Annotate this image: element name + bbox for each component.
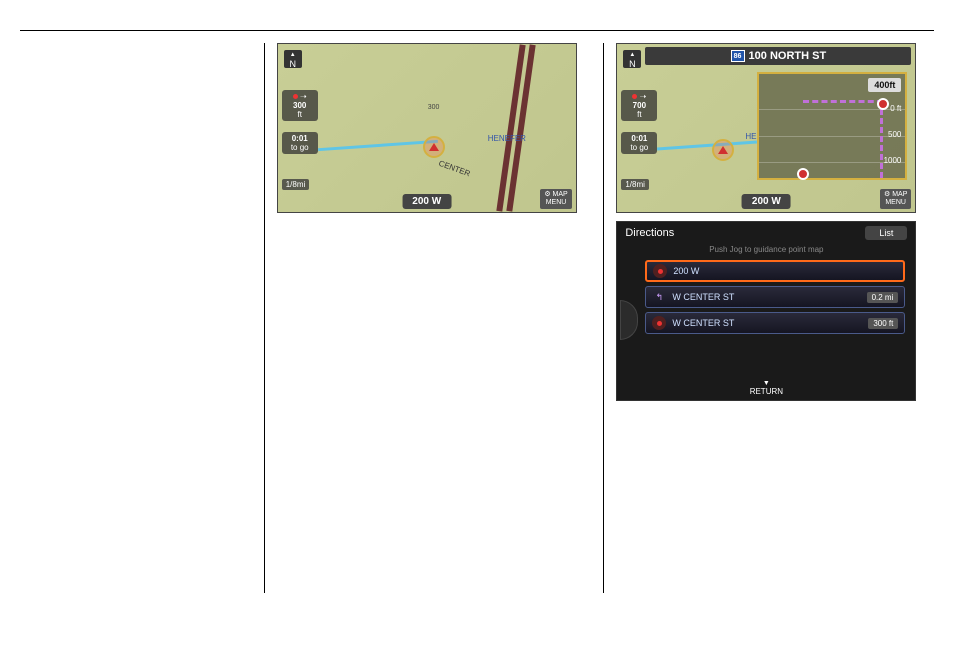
current-street-label: 200 W (742, 194, 791, 209)
map-screen-2: N 86100 NORTH ST ➝ 700 ft 0:01 to go 1/8… (616, 43, 916, 213)
henefer-label-short: HE (745, 132, 756, 141)
compass-icon[interactable]: N (623, 50, 641, 68)
map-scale[interactable]: 1/8mi (621, 179, 649, 190)
directions-row-label: W CENTER ST (672, 318, 868, 328)
directions-title: Directions (625, 227, 865, 239)
column-2: N ➝ 300 ft 0:01 to go 1/8mi CENTER 300 H… (265, 43, 605, 593)
route-shield-icon: 86 (731, 50, 745, 62)
compass-icon[interactable]: N (284, 50, 302, 68)
destination-icon (652, 316, 666, 330)
destination-distance-box[interactable]: ➝ 300 ft (282, 90, 318, 121)
directions-row-label: W CENTER ST (672, 292, 866, 302)
vehicle-cursor-icon (423, 136, 445, 158)
return-button[interactable]: RETURN (617, 380, 915, 396)
turn-guidance-inset: 400ft 0 ft 500 1000 (757, 72, 907, 180)
vehicle-dot-icon (797, 168, 809, 180)
destination-distance-box[interactable]: ➝ 700 ft (621, 90, 657, 121)
directions-row-2[interactable]: W CENTER ST 300 ft (645, 312, 905, 334)
directions-row-0[interactable]: 200 W (645, 260, 905, 282)
directions-subtitle: Push Jog to guidance point map (617, 244, 915, 256)
time-to-go-box[interactable]: 0:01 to go (621, 132, 657, 154)
guidance-route-line (803, 100, 883, 178)
scale-tick-1000: 1000 (884, 156, 902, 165)
map-menu-button[interactable]: ⚙ MAPMENU (880, 189, 911, 209)
current-street-label: 200 W (402, 194, 451, 209)
scale-tick-0: 0 ft (890, 104, 901, 113)
turn-left-icon: ↰ (652, 290, 666, 304)
next-street-bar: 86100 NORTH ST (645, 47, 911, 65)
henefer-label: HENEFER (488, 134, 526, 143)
list-tab[interactable]: List (865, 226, 907, 240)
scale-tick-500: 500 (888, 130, 901, 139)
map-scale[interactable]: 1/8mi (282, 179, 310, 190)
destination-icon (293, 94, 298, 99)
directions-row-1[interactable]: ↰ W CENTER ST 0.2 mi (645, 286, 905, 308)
destination-icon (632, 94, 637, 99)
distance-overlay: 300 (428, 104, 440, 111)
directions-screen: Directions List Push Jog to guidance poi… (616, 221, 916, 401)
time-to-go-box[interactable]: 0:01 to go (282, 132, 318, 154)
destination-icon (653, 264, 667, 278)
map-screen-1: N ➝ 300 ft 0:01 to go 1/8mi CENTER 300 H… (277, 43, 577, 213)
directions-row-label: 200 W (673, 266, 897, 276)
turn-distance-badge: 400ft (868, 78, 901, 92)
map-menu-button[interactable]: ⚙ MAPMENU (540, 189, 571, 209)
directions-row-distance: 300 ft (868, 318, 898, 329)
column-3: N 86100 NORTH ST ➝ 700 ft 0:01 to go 1/8… (604, 43, 934, 593)
column-1 (20, 43, 265, 593)
directions-row-distance: 0.2 mi (867, 292, 899, 303)
